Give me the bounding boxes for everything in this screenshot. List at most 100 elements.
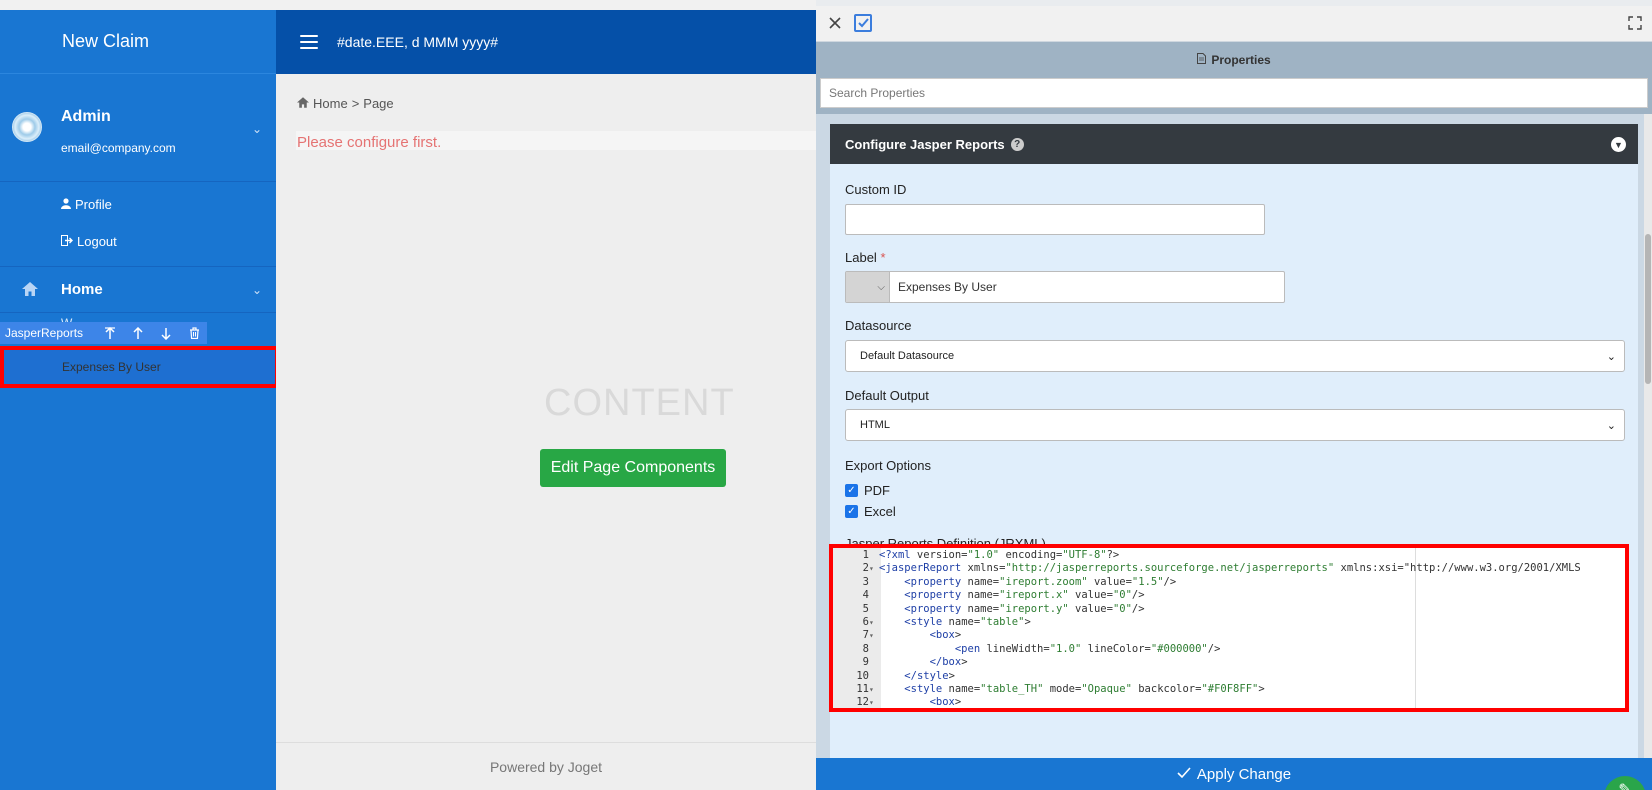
- export-pdf-label: PDF: [864, 483, 890, 498]
- scrollbar-thumb[interactable]: [1645, 234, 1651, 384]
- code-line[interactable]: 5 <property name="ireport.y" value="0"/>: [833, 602, 1625, 616]
- code-line[interactable]: 8 <pen lineWidth="1.0" lineColor="#00000…: [833, 642, 1625, 656]
- menu-item-expenses-by-user[interactable]: Expenses By User: [0, 346, 279, 388]
- properties-panel: Properties Configure Jasper Reports ? ▼ …: [816, 6, 1652, 790]
- code-line[interactable]: 2▾ <jasperReport xmlns="http://jasperrepo…: [833, 561, 1625, 575]
- avatar: [12, 112, 42, 142]
- label-field-label: Label *: [845, 250, 886, 265]
- code-text: <style name="table">: [904, 616, 1031, 628]
- fullscreen-icon[interactable]: [1628, 16, 1642, 30]
- line-number: 2: [862, 562, 869, 575]
- logout-label: Logout: [77, 234, 117, 249]
- move-down-icon[interactable]: [159, 326, 173, 340]
- hamburger-menu-icon[interactable]: [300, 35, 318, 49]
- delete-icon[interactable]: [187, 326, 201, 340]
- line-number: 1: [862, 549, 869, 561]
- top-bar: #date.EEE, d MMM yyyy#: [276, 10, 816, 74]
- code-text: <pen lineWidth="1.0" lineColor="#000000"…: [954, 642, 1221, 655]
- move-up-left-icon[interactable]: [103, 326, 117, 340]
- code-text: <?xml version="1.0" encoding="UTF-8"?>: [879, 549, 1120, 561]
- panel-title: Properties: [1211, 53, 1271, 67]
- code-line[interactable]: 1 <?xml version="1.0" encoding="UTF-8"?>: [833, 548, 1625, 562]
- default-output-label: Default Output: [845, 388, 929, 403]
- line-number: 7: [862, 629, 869, 642]
- checkbox-checked-icon[interactable]: ✓: [845, 505, 858, 518]
- user-email: email@company.com: [61, 141, 176, 155]
- code-text: <property name="ireport.x" value="0"/>: [904, 589, 1145, 602]
- search-row: [816, 78, 1652, 114]
- date-label: #date.EEE, d MMM yyyy#: [337, 34, 499, 50]
- code-line[interactable]: 7▾ <box>: [833, 628, 1625, 642]
- code-text: <property name="ireport.zoom" value="1.5…: [904, 575, 1177, 588]
- logout-link[interactable]: Logout: [0, 223, 276, 260]
- default-output-value: HTML: [860, 419, 890, 431]
- line-number: 9: [862, 656, 869, 669]
- properties-scroll-area[interactable]: Configure Jasper Reports ? ▼ Custom ID L…: [816, 114, 1652, 758]
- breadcrumb-separator: >: [351, 96, 360, 111]
- code-line[interactable]: 10 </style>: [833, 669, 1625, 683]
- code-line[interactable]: 3 <property name="ireport.zoom" value="1…: [833, 575, 1625, 589]
- alert-message: Please configure first.: [297, 134, 442, 151]
- line-number: 10: [856, 669, 869, 682]
- user-icon: [61, 197, 71, 212]
- code-line[interactable]: 4 <property name="ireport.x" value="0"/>: [833, 588, 1625, 602]
- edit-page-components-button[interactable]: Edit Page Components: [540, 449, 726, 487]
- footer: Powered by Joget: [276, 742, 816, 790]
- search-properties-input[interactable]: [820, 78, 1648, 108]
- move-up-icon[interactable]: [131, 326, 145, 340]
- code-line[interactable]: 6▾ <style name="table">: [833, 615, 1625, 629]
- chevron-down-icon[interactable]: ⌄: [252, 122, 262, 136]
- checkbox-icon[interactable]: [854, 14, 872, 32]
- line-number: 5: [862, 602, 869, 615]
- builder-element-label: JasperReports: [5, 326, 84, 340]
- custom-id-field[interactable]: [845, 204, 1265, 235]
- code-line[interactable]: 11▾ <style name="table_TH" mode="Opaque"…: [833, 682, 1625, 696]
- breadcrumb: Home > Page: [297, 96, 394, 111]
- user-menu: Profile Logout: [0, 182, 276, 267]
- default-output-select[interactable]: HTML ⌄: [845, 409, 1625, 441]
- help-icon[interactable]: ?: [1010, 137, 1024, 151]
- export-pdf-checkbox[interactable]: ✓ PDF: [845, 483, 890, 498]
- document-icon: [1197, 53, 1207, 67]
- datasource-value: Default Datasource: [860, 350, 955, 362]
- window-top-strip: [0, 0, 816, 10]
- profile-link[interactable]: Profile: [0, 186, 276, 223]
- section-header[interactable]: Configure Jasper Reports ? ▼: [830, 124, 1638, 164]
- fold-marker-icon[interactable]: ▾: [869, 696, 879, 708]
- breadcrumb-home[interactable]: Home: [313, 96, 348, 111]
- jrxml-code-editor[interactable]: 1 <?xml version="1.0" encoding="UTF-8"?> 2…: [829, 544, 1629, 712]
- code-line[interactable]: 12▾ <box>: [833, 695, 1625, 709]
- label-field-label-text: Label: [845, 250, 877, 265]
- nav-item-home[interactable]: Home ⌄: [0, 267, 276, 313]
- required-marker: *: [880, 250, 886, 265]
- line-number: 12: [856, 696, 869, 709]
- apply-change-button[interactable]: Apply Change: [816, 758, 1652, 790]
- label-field[interactable]: Expenses By User: [890, 272, 1284, 302]
- label-language-select[interactable]: ⌵: [846, 272, 890, 302]
- panel-title-bar: Properties: [816, 42, 1652, 78]
- collapse-chevron-icon[interactable]: ▼: [1611, 137, 1626, 152]
- code-text: <style name="table_TH" mode="Opaque" bac…: [904, 683, 1265, 695]
- apply-change-label: Apply Change: [1196, 765, 1292, 783]
- nav-home-label: Home: [61, 281, 103, 298]
- user-name: Admin: [61, 108, 111, 125]
- builder-element-toolbar: JasperReports: [0, 322, 207, 344]
- chevron-down-icon: ⌄: [1606, 420, 1616, 432]
- brand-title[interactable]: New Claim: [0, 10, 276, 74]
- home-icon: [297, 96, 309, 111]
- panel-scrollbar[interactable]: [1644, 114, 1652, 758]
- code-line[interactable]: 9 </box>: [833, 655, 1625, 669]
- user-panel[interactable]: Admin email@company.com ⌄: [0, 74, 276, 182]
- line-number: 6: [862, 616, 869, 628]
- code-text: <box>: [929, 696, 962, 709]
- datasource-select[interactable]: Default Datasource ⌄: [845, 340, 1625, 372]
- custom-id-label: Custom ID: [845, 182, 907, 197]
- checkbox-checked-icon[interactable]: ✓: [845, 484, 858, 497]
- close-icon[interactable]: [828, 16, 842, 30]
- export-excel-checkbox[interactable]: ✓ Excel: [845, 504, 896, 519]
- line-number: 8: [862, 642, 869, 655]
- logout-icon: [61, 234, 73, 249]
- checkmark-icon: [1177, 766, 1191, 783]
- breadcrumb-current: Page: [363, 96, 394, 111]
- menu-item-label: Expenses By User: [62, 360, 161, 374]
